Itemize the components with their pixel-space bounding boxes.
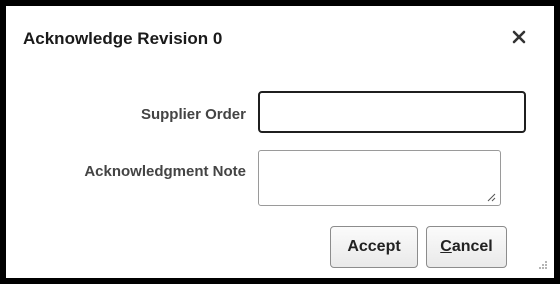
acknowledgment-note-label: Acknowledgment Note: [84, 163, 246, 180]
acknowledgment-note-textarea[interactable]: [258, 150, 501, 206]
textarea-resize-icon[interactable]: [486, 192, 496, 202]
accept-button[interactable]: Accept: [330, 226, 418, 268]
cancel-mnemonic: C: [440, 238, 452, 255]
supplier-order-label: Supplier Order: [140, 106, 246, 123]
acknowledge-dialog: Acknowledge Revision 0 Supplier Order Ac…: [6, 6, 554, 278]
supplier-order-input[interactable]: [258, 91, 526, 133]
dialog-title: Acknowledge Revision 0: [23, 29, 223, 48]
close-icon: [512, 30, 526, 44]
dialog-resize-icon[interactable]: [534, 258, 548, 272]
cancel-label-rest: ancel: [451, 238, 493, 255]
close-button[interactable]: [506, 24, 532, 50]
cancel-button[interactable]: Cancel: [426, 226, 507, 268]
